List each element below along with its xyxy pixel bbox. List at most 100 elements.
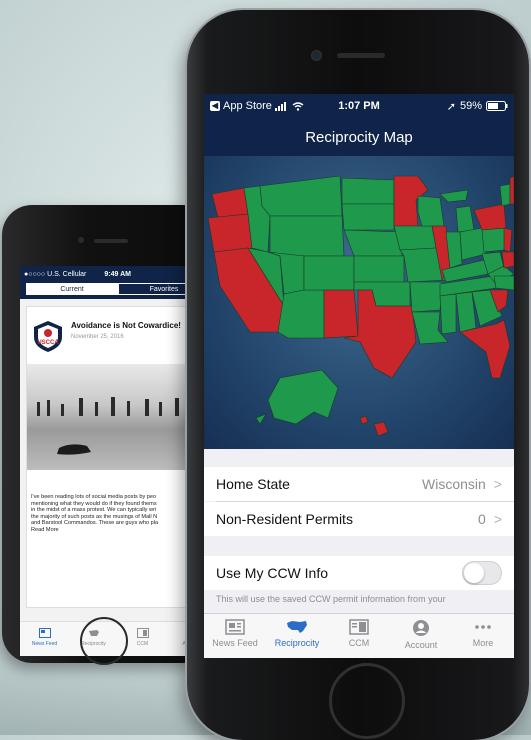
chevron-right-icon: > — [493, 511, 502, 527]
permits-value: 0 — [478, 511, 486, 527]
state-kansas[interactable] — [353, 255, 405, 283]
tab-news-feed[interactable]: News Feed — [204, 614, 266, 658]
state-south-dakota[interactable] — [341, 203, 395, 231]
back-arrow-icon[interactable]: ◀ — [210, 101, 220, 111]
state-vermont-nh[interactable] — [499, 183, 511, 207]
segment-current[interactable]: Current — [26, 283, 118, 295]
battery-percent: 59% — [459, 100, 482, 112]
tab-news-feed[interactable]: News Feed — [20, 622, 69, 656]
state-alabama[interactable] — [455, 291, 477, 333]
tab-more[interactable]: More — [452, 614, 514, 658]
ccw-label: Use My CCW Info — [216, 565, 329, 581]
tab-bar: News Feed Reciprocity CCM Account More — [204, 613, 514, 658]
account-icon — [413, 620, 429, 636]
logo-lettering: USCCA — [37, 340, 59, 346]
state-hawaii[interactable] — [359, 415, 369, 425]
home-button[interactable] — [329, 663, 405, 739]
excerpt-line: and Barstool Commandos. These are guys w… — [31, 520, 159, 527]
back-phone: ●○○○○ U.S. Cellular 9:49 AM Current Favo… — [2, 205, 216, 665]
magazine-icon — [349, 619, 369, 635]
article-date: November 25, 2016 — [71, 334, 124, 340]
front-camera — [78, 237, 84, 243]
state-alaska[interactable] — [267, 369, 339, 425]
carrier-label: ●○○○○ U.S. Cellular — [24, 271, 87, 278]
alaska-islands — [255, 413, 267, 425]
state-new-york[interactable] — [473, 203, 507, 231]
news-icon — [225, 619, 245, 635]
state-oregon[interactable] — [207, 213, 253, 253]
tab-reciprocity[interactable]: Reciprocity — [266, 614, 328, 658]
map-icon — [287, 621, 307, 633]
tab-ccm[interactable]: CCM — [328, 614, 390, 658]
state-pennsylvania[interactable] — [481, 227, 507, 253]
excerpt-line: mentioning what they would do if they fo… — [31, 500, 157, 507]
back-to-app-label[interactable]: App Store — [223, 100, 272, 112]
state-nebraska[interactable] — [343, 229, 403, 257]
us-map — [207, 175, 514, 437]
reciprocity-map[interactable] — [204, 156, 514, 449]
home-button[interactable] — [80, 617, 128, 665]
front-phone: ◀ App Store 1:07 PM ➚ 59% Reciprocity Ma… — [187, 10, 529, 740]
earpiece — [337, 53, 385, 58]
clock: 1:07 PM — [338, 100, 380, 112]
state-maryland[interactable] — [501, 251, 514, 269]
home-state-value: Wisconsin — [422, 476, 486, 492]
wifi-icon — [292, 101, 304, 111]
page-title: Reciprocity Map — [204, 118, 514, 156]
tab-label: News Feed — [212, 638, 258, 648]
tab-label: Reciprocity — [274, 638, 320, 648]
tab-label: Account — [404, 640, 438, 650]
state-colorado[interactable] — [303, 255, 355, 291]
clock: 9:49 AM — [104, 271, 131, 278]
state-maine[interactable] — [509, 175, 514, 205]
chevron-right-icon: > — [493, 476, 502, 492]
hawaii-big-island — [373, 421, 389, 437]
state-new-mexico[interactable] — [323, 289, 359, 339]
battery-icon — [486, 101, 508, 111]
home-state-label: Home State — [216, 476, 290, 492]
state-washington[interactable] — [211, 187, 249, 219]
magazine-icon — [136, 628, 149, 638]
state-mississippi[interactable] — [439, 293, 457, 335]
tab-label: More — [472, 638, 494, 648]
state-wisconsin[interactable] — [417, 195, 445, 227]
use-ccw-row: Use My CCW Info — [204, 556, 514, 590]
location-arrow-icon: ➚ — [446, 100, 456, 113]
state-wyoming[interactable] — [269, 215, 345, 257]
state-north-carolina[interactable] — [493, 275, 514, 291]
article-excerpt: I've been reading lots of social media p… — [31, 494, 209, 527]
non-resident-permits-row[interactable]: Non-Resident Permits 0 > — [204, 502, 514, 536]
state-iowa[interactable] — [393, 225, 437, 251]
toggle-knob — [464, 563, 484, 583]
state-arizona[interactable] — [277, 289, 325, 339]
state-north-dakota[interactable] — [341, 177, 395, 205]
excerpt-line: I've been reading lots of social media p… — [31, 494, 157, 500]
ccw-note: This will use the saved CCW permit infor… — [216, 594, 446, 604]
tab-label: CCM — [348, 638, 370, 648]
front-camera — [311, 50, 322, 61]
signal-icon — [274, 101, 286, 111]
earpiece — [94, 239, 128, 243]
state-michigan-lower[interactable] — [455, 205, 475, 233]
state-michigan-upper[interactable] — [439, 189, 469, 203]
more-icon — [475, 625, 491, 629]
home-state-row[interactable]: Home State Wisconsin > — [204, 467, 514, 501]
status-bar: ◀ App Store 1:07 PM ➚ 59% — [204, 94, 514, 118]
excerpt-line: the majority of such posts as the musing… — [31, 513, 158, 520]
read-more-link[interactable]: Read More — [31, 527, 59, 533]
excerpt-line: in the midst of a mass protest. We can t… — [31, 507, 157, 514]
article-card[interactable]: USCCA Avoidance is Not Cowardice! Novemb… — [26, 306, 208, 608]
front-phone-screen: ◀ App Store 1:07 PM ➚ 59% Reciprocity Ma… — [204, 94, 514, 658]
news-icon — [38, 628, 51, 638]
uscca-logo: USCCA — [34, 321, 62, 352]
article-title: Avoidance is Not Cowardice! — [71, 321, 181, 330]
state-arkansas[interactable] — [409, 281, 443, 313]
tab-account[interactable]: Account — [390, 614, 452, 658]
ccw-toggle[interactable] — [462, 561, 502, 585]
article-image — [27, 364, 207, 470]
tab-label: News Feed — [31, 641, 58, 647]
state-montana[interactable] — [259, 175, 343, 217]
state-new-jersey[interactable] — [503, 227, 513, 253]
